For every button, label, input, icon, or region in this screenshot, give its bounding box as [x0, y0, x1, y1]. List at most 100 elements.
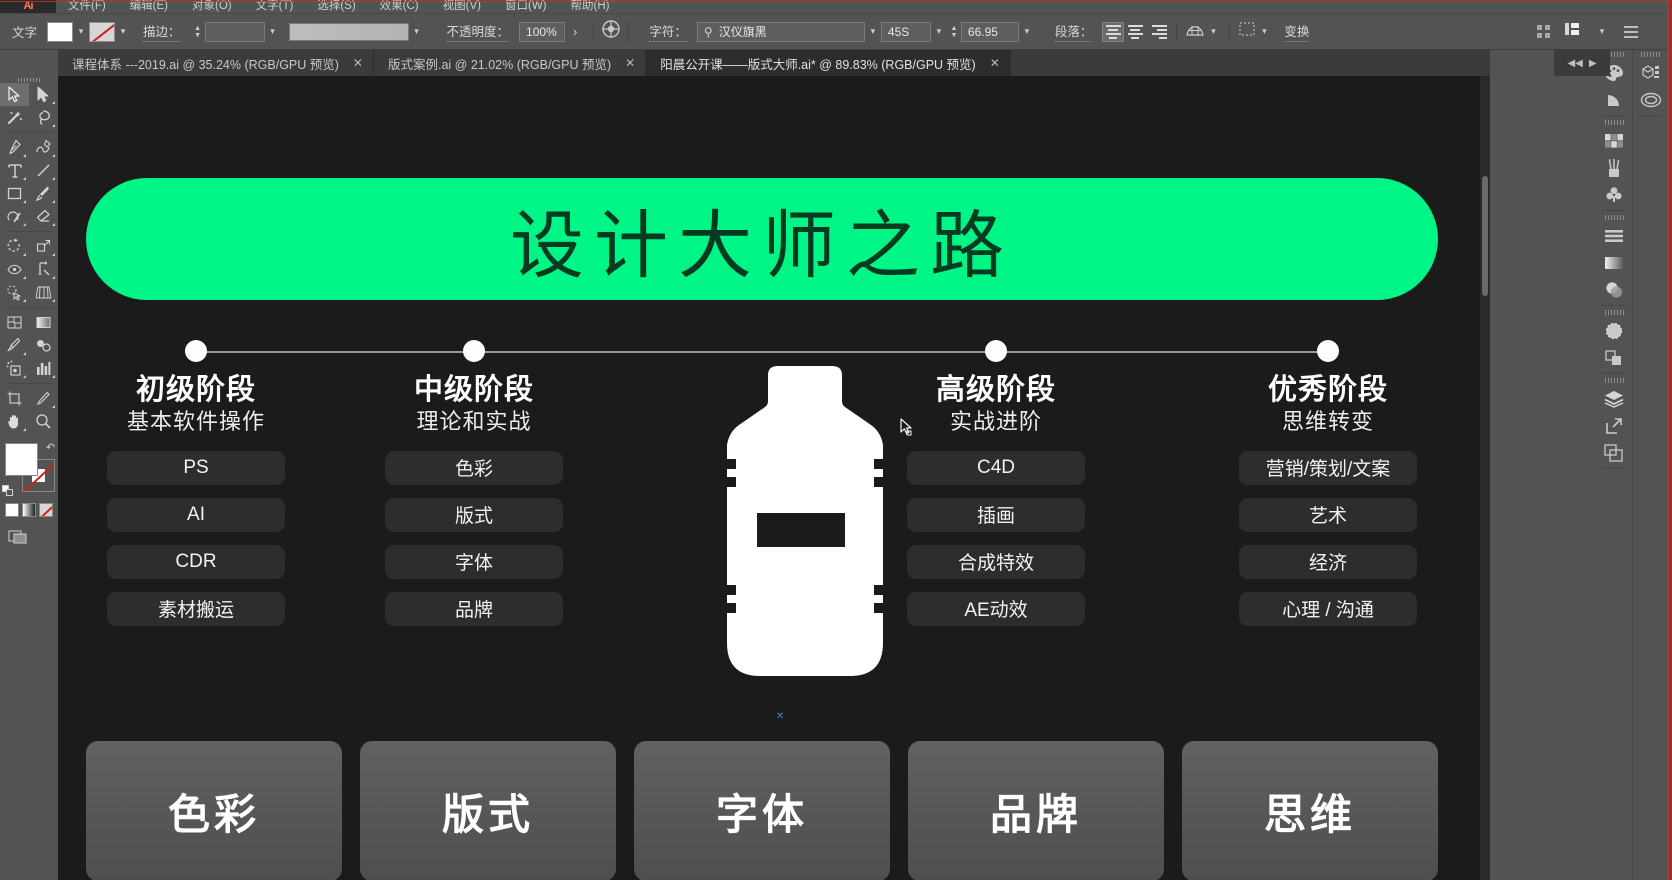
zoom-tool[interactable] — [29, 410, 58, 433]
stage-pill[interactable]: 素材搬运 — [107, 591, 285, 626]
stroke-weight-field[interactable] — [204, 21, 265, 42]
lasso-tool[interactable] — [29, 106, 58, 129]
stage-pill[interactable]: AI — [107, 497, 285, 532]
canvas-area[interactable]: 设计大师之路 初级阶段 基本软件操作 PS AI CDR 素材搬运 中级阶段 理… — [58, 76, 1490, 880]
shape-builder-tool[interactable] — [0, 281, 29, 304]
bottom-card[interactable]: 色彩 — [86, 741, 342, 880]
opacity-more-icon[interactable]: › — [573, 24, 577, 39]
stage-pill[interactable]: 艺术 — [1239, 497, 1417, 532]
width-profile-chevron-down-icon[interactable]: ▾ — [409, 22, 425, 42]
align-right-button[interactable] — [1146, 22, 1168, 42]
stage-pill[interactable]: 经济 — [1239, 544, 1417, 579]
fill-chevron-down-icon[interactable]: ▾ — [73, 22, 89, 42]
font-style-chevron-down-icon[interactable]: ▾ — [931, 22, 947, 42]
hand-tool[interactable] — [0, 410, 29, 433]
screen-mode-button[interactable] — [0, 517, 58, 550]
bottom-card[interactable]: 思维 — [1182, 741, 1438, 880]
document-tab-2[interactable]: 版式案例.ai @ 21.02% (RGB/GPU 预览) ✕ — [373, 50, 647, 76]
transform-label[interactable]: 变换 — [1284, 21, 1310, 42]
brushes-panel-icon[interactable] — [1596, 154, 1632, 181]
stage-pill[interactable]: 营销/策划/文案 — [1239, 450, 1417, 485]
recolor-artwork-icon[interactable] — [602, 20, 621, 43]
bottom-card[interactable]: 品牌 — [908, 741, 1164, 880]
symbol-sprayer-tool[interactable] — [0, 357, 29, 380]
stage-pill[interactable]: 合成特效 — [907, 544, 1085, 579]
stage-pill[interactable]: 字体 — [385, 544, 563, 579]
stage-pill[interactable]: 色彩 — [385, 450, 563, 485]
pathfinder-panel-icon[interactable] — [1596, 344, 1632, 371]
stage-pill[interactable]: AE动效 — [907, 591, 1085, 626]
font-size-chevron-down-icon[interactable]: ▾ — [1019, 22, 1035, 42]
magic-wand-tool[interactable] — [0, 106, 29, 129]
envelope-distort-icon[interactable] — [1185, 21, 1205, 42]
stage-pill[interactable]: PS — [107, 450, 285, 485]
artboards-panel-icon[interactable] — [1596, 439, 1632, 466]
stage-pill[interactable]: 心理 / 沟通 — [1239, 591, 1417, 626]
tab-overflow-arrows[interactable]: ◀◀ ▶ — [1554, 50, 1610, 76]
column-graph-tool[interactable] — [29, 357, 58, 380]
font-family-chevron-down-icon[interactable]: ▾ — [865, 22, 881, 42]
text-wrap-chevron-down-icon[interactable]: ▾ — [1256, 22, 1272, 42]
opacity-field[interactable]: 100% — [519, 21, 566, 42]
timeline-dot-4[interactable] — [1317, 340, 1339, 362]
canvas-vertical-scrollbar[interactable] — [1480, 76, 1490, 880]
stage-pill[interactable]: CDR — [107, 544, 285, 579]
workspace-switcher-icon[interactable] — [1564, 22, 1580, 41]
close-icon[interactable]: ✕ — [625, 56, 635, 70]
rectangle-tool[interactable] — [0, 182, 29, 205]
default-fill-stroke-icon[interactable] — [2, 485, 14, 497]
blend-tool[interactable] — [29, 334, 58, 357]
fill-swatch-large[interactable] — [5, 443, 38, 476]
perspective-grid-tool[interactable] — [29, 281, 58, 304]
gradient-button[interactable] — [22, 503, 36, 517]
free-transform-tool[interactable] — [29, 258, 58, 281]
dock-grip[interactable] — [1596, 308, 1632, 317]
rotate-tool[interactable] — [0, 235, 29, 258]
chevron-right-icon[interactable]: ▶ — [1589, 58, 1597, 69]
banner-title-shape[interactable]: 设计大师之路 — [86, 178, 1438, 300]
bottom-card[interactable]: 字体 — [634, 741, 890, 880]
fill-color-swatch[interactable] — [47, 21, 74, 42]
shaper-tool[interactable] — [0, 205, 29, 228]
mesh-tool[interactable] — [0, 311, 29, 334]
color-guide-icon[interactable] — [1596, 86, 1632, 113]
type-tool[interactable] — [0, 159, 29, 182]
color-button[interactable] — [5, 503, 19, 517]
font-family-field[interactable]: ⚲ 汉仪旗黑 — [696, 21, 865, 42]
tools-panel-grip[interactable] — [0, 76, 58, 83]
close-icon[interactable]: ✕ — [990, 56, 1000, 70]
stage-pill[interactable]: 版式 — [385, 497, 563, 532]
document-tab-1[interactable]: 课程体系 ---2019.ai @ 35.24% (RGB/GPU 预览) ✕ — [58, 50, 374, 76]
pen-tool[interactable] — [0, 136, 29, 159]
stroke-color-swatch[interactable] — [89, 21, 116, 42]
eraser-tool[interactable] — [29, 205, 58, 228]
stage-pill[interactable]: 插画 — [907, 497, 1085, 532]
panel-menu-icon[interactable] — [1624, 25, 1638, 38]
timeline-dot-2[interactable] — [463, 340, 485, 362]
stage-pill[interactable]: C4D — [907, 450, 1085, 485]
text-wrap-icon[interactable] — [1238, 21, 1256, 42]
gradient-tool[interactable] — [29, 311, 58, 334]
paintbrush-tool[interactable] — [29, 182, 58, 205]
slice-tool[interactable] — [29, 387, 58, 410]
envelope-chevron-down-icon[interactable]: ▾ — [1205, 22, 1221, 42]
symbols-panel-icon[interactable] — [1596, 181, 1632, 208]
scale-tool[interactable] — [29, 235, 58, 258]
line-segment-tool[interactable] — [29, 159, 58, 182]
align-panel-icon[interactable] — [1596, 222, 1632, 249]
swatches-panel-icon[interactable] — [1596, 127, 1632, 154]
appearance-panel-icon[interactable] — [1596, 317, 1632, 344]
timeline-dot-3[interactable] — [985, 340, 1007, 362]
dock-grip[interactable] — [1633, 50, 1668, 59]
align-center-button[interactable] — [1124, 22, 1146, 42]
font-size-field[interactable]: 66.95 — [960, 21, 1019, 42]
font-size-stepper[interactable]: ▲ ▼ — [947, 22, 961, 42]
none-button[interactable] — [39, 503, 53, 517]
dock-grip[interactable] — [1596, 213, 1632, 222]
font-style-field[interactable]: 45S — [880, 21, 931, 42]
bottom-card[interactable]: 版式 — [360, 741, 616, 880]
scrollbar-thumb[interactable] — [1482, 176, 1488, 296]
close-icon[interactable]: ✕ — [353, 56, 363, 70]
water-bottle-graphic[interactable] — [694, 366, 910, 676]
layers-panel-icon[interactable] — [1596, 385, 1632, 412]
